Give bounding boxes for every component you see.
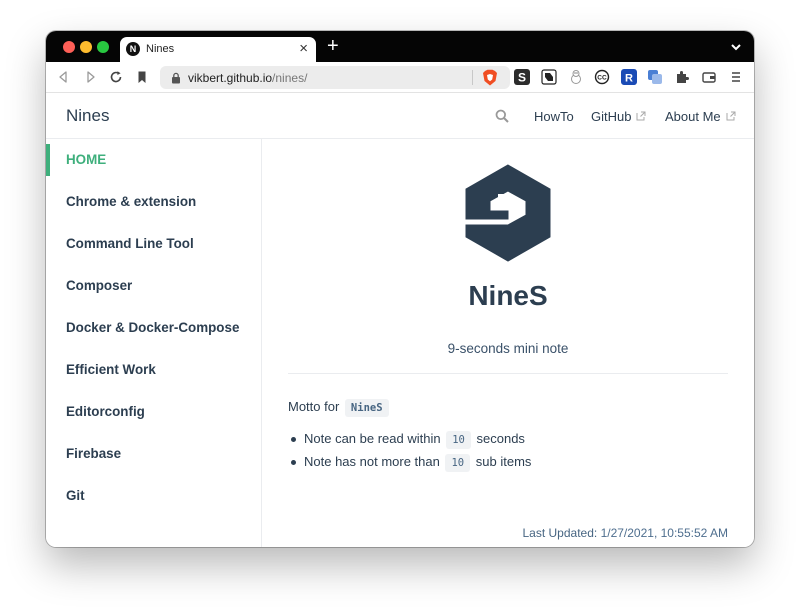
site-title[interactable]: Nines [66, 106, 109, 126]
close-tab-button[interactable]: × [299, 40, 308, 58]
lock-icon [171, 71, 181, 84]
nines-logo-icon [464, 164, 552, 262]
tab-title: Nines [146, 43, 175, 55]
url-text: vikbert.github.io/nines/ [188, 71, 308, 85]
last-updated: Last Updated: 1/27/2021, 10:55:52 AM [523, 526, 729, 540]
hero-description: 9-seconds mini note [447, 341, 569, 356]
motto-prefix: Motto for [288, 399, 340, 414]
cc-icon[interactable]: CC [594, 69, 610, 85]
divider [288, 373, 728, 374]
sidebar-item-command-line-tool[interactable]: Command Line Tool [46, 228, 261, 260]
wallet-icon[interactable] [701, 69, 717, 85]
bullet-text: seconds [476, 431, 525, 446]
address-bar-divider [472, 70, 473, 85]
sidebar-item-editorconfig[interactable]: Editorconfig [46, 396, 261, 428]
forward-button[interactable] [82, 69, 98, 85]
nav-howto-link[interactable]: HowTo [534, 109, 574, 124]
inline-code: 10 [445, 454, 471, 472]
address-bar[interactable]: vikbert.github.io/nines/ [160, 66, 510, 89]
s-extension-icon[interactable]: S [514, 69, 530, 85]
sidebar: HOME Chrome & extension Command Line Too… [46, 139, 262, 547]
external-link-icon [726, 109, 736, 121]
tab-list-chevron-icon[interactable] [730, 40, 742, 52]
last-updated-label: Last Updated: [522, 526, 598, 540]
puzzle-icon[interactable] [674, 69, 690, 85]
sidebar-item-chrome-extension[interactable]: Chrome & extension [46, 186, 261, 218]
bullet-text: Note has not more than [304, 454, 440, 469]
menu-icon[interactable] [728, 69, 744, 85]
svg-text:S: S [518, 71, 526, 85]
nav-about-label: About Me [665, 109, 721, 124]
bookmark-button[interactable] [134, 69, 150, 85]
browser-window: N Nines × + vikbert.github.io/nines/ S C… [46, 31, 754, 547]
browser-tab[interactable]: N Nines × [120, 37, 316, 62]
hero-title: NineS [468, 280, 548, 311]
snowman-icon[interactable] [568, 69, 584, 85]
back-button[interactable] [56, 69, 72, 85]
minimize-window-button[interactable] [80, 41, 92, 53]
motto-code: NineS [344, 399, 389, 417]
nav-about-link[interactable]: About Me [665, 109, 736, 124]
r-extension-icon[interactable]: R [621, 69, 637, 85]
nav-github-label: GitHub [591, 109, 632, 124]
close-window-button[interactable] [63, 41, 75, 53]
nav-github-link[interactable]: GitHub [591, 109, 646, 124]
main-content: NineS 9-seconds mini note Motto for Nine… [262, 139, 754, 547]
vue-favicon-icon: N [126, 42, 140, 56]
tab-bar: N Nines × + [46, 31, 754, 62]
sidebar-item-efficient-work[interactable]: Efficient Work [46, 354, 261, 386]
inline-code: 10 [446, 431, 471, 449]
sidebar-item-composer[interactable]: Composer [46, 270, 261, 302]
sidebar-item-git[interactable]: Git [46, 480, 261, 512]
svg-text:R: R [625, 73, 633, 85]
list-item: Note can be read within 10 seconds [291, 431, 525, 449]
sidebar-item-firebase[interactable]: Firebase [46, 438, 261, 470]
translate-icon[interactable] [647, 69, 663, 85]
browser-toolbar: vikbert.github.io/nines/ S CC R [46, 62, 754, 93]
external-link-icon [636, 109, 646, 121]
last-updated-value: 1/27/2021, 10:55:52 AM [600, 526, 728, 540]
search-icon[interactable] [495, 109, 509, 123]
sidebar-item-home[interactable]: HOME [46, 144, 261, 176]
brave-shields-icon[interactable] [482, 69, 498, 86]
web-page: Nines HowTo GitHub About Me HOME Chrome … [46, 93, 754, 547]
site-header: Nines HowTo GitHub About Me [46, 93, 754, 139]
motto-line: Motto for NineS [288, 399, 391, 417]
new-tab-button[interactable]: + [327, 35, 339, 57]
sidebar-item-docker[interactable]: Docker & Docker-Compose [46, 312, 261, 344]
notion-icon[interactable] [541, 69, 557, 85]
bullet-text: sub items [475, 454, 532, 469]
reload-button[interactable] [108, 69, 124, 85]
list-item: Note has not more than 10 sub items [290, 454, 532, 472]
bullet-text: Note can be read within [304, 431, 441, 446]
zoom-window-button[interactable] [97, 41, 109, 53]
svg-text:CC: CC [597, 75, 607, 82]
